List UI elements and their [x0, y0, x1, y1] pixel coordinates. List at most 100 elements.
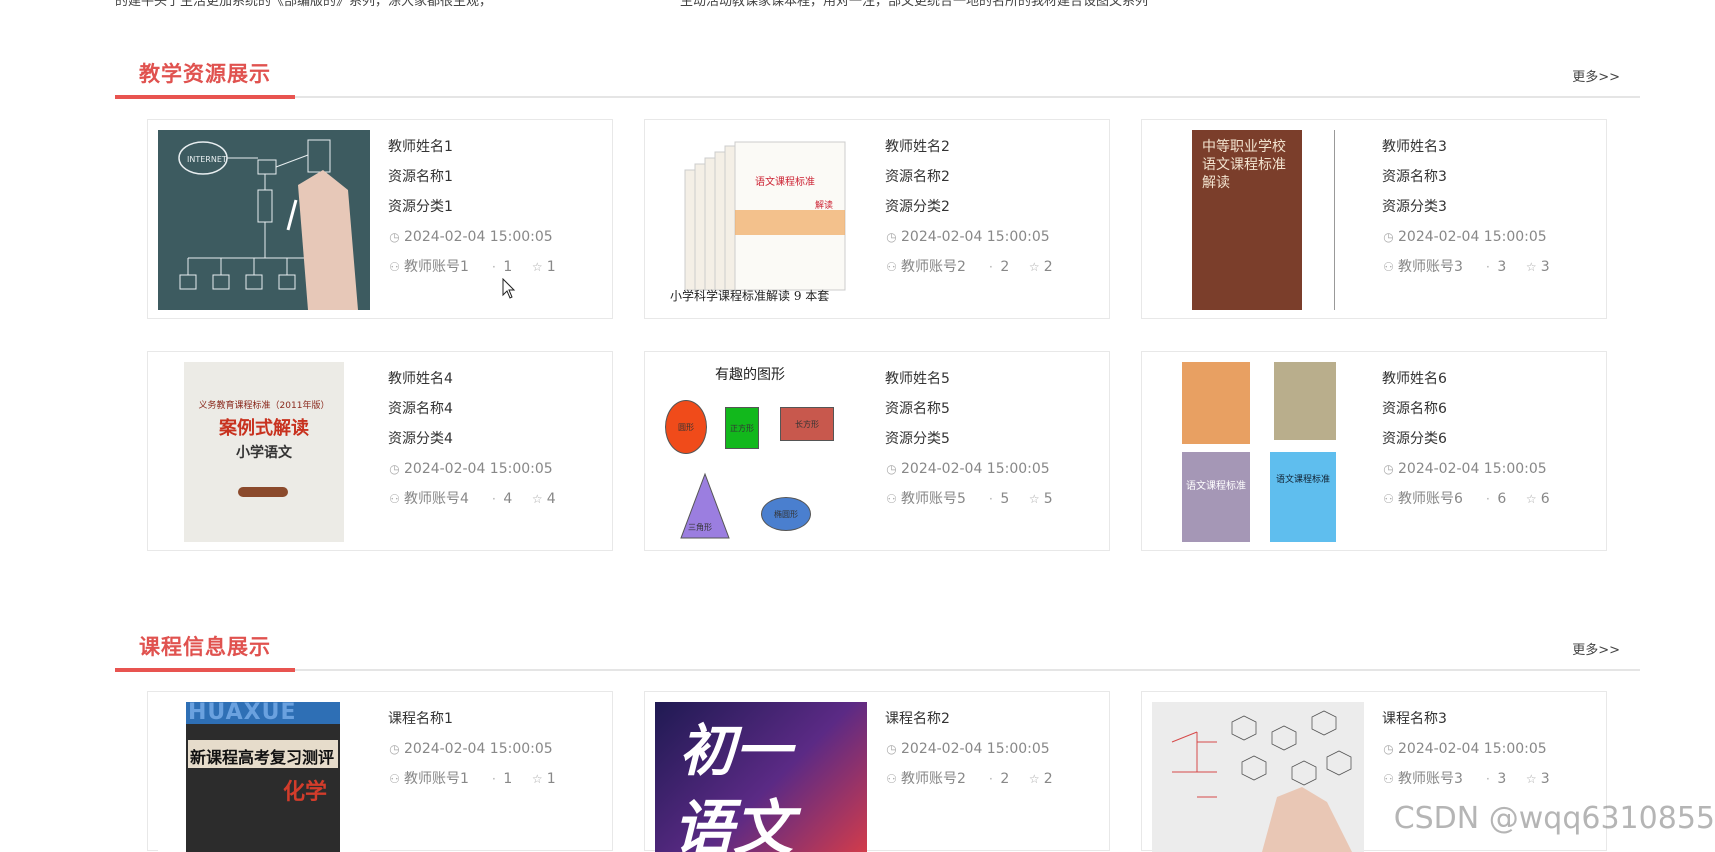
resource-thumb-6: 语文课程标准 语文课程标准 [1152, 362, 1364, 542]
views-icon: · [491, 492, 496, 506]
resource-info-3: 教师姓名3 资源名称3 资源分类3 ◷ 2024-02-04 15:00:05 ⚇… [1382, 132, 1550, 282]
book-cover-blue [1270, 452, 1336, 542]
book-sub: 小学语文 [236, 445, 292, 461]
triangle-label: 三角形 [688, 523, 712, 532]
course-name: 课程名称1 [388, 711, 453, 727]
book-title-b: 语文课程标准 [1275, 475, 1330, 485]
resource-name: 资源名称2 [885, 169, 950, 185]
user-icon: ⚇ [1383, 492, 1394, 506]
cover-title: 新课程高考复习测评 [190, 748, 335, 767]
resource-card-3[interactable]: 中等职业学校 语文课程标准 解读 教师姓名3 资源名称3 资源分类3 ◷ 2024… [1141, 119, 1607, 319]
resource-category: 资源分类2 [885, 199, 950, 215]
course-card-2[interactable]: 初一 语文 课程名称2 ◷ 2024-02-04 15:00:05 ⚇ 教师账号2 … [644, 691, 1110, 852]
teacher-account: 教师账号1 [404, 259, 469, 275]
timestamp: 2024-02-04 15:00:05 [1398, 229, 1547, 245]
clock-icon: ◷ [1383, 230, 1394, 244]
views-icon: · [988, 772, 993, 786]
star-count: 2 [1043, 771, 1053, 787]
courses-title: 课程信息展示 [139, 635, 271, 659]
star-count: 5 [1043, 491, 1053, 507]
resource-card-2[interactable]: 语文课程标准 解读 小学科学课程标准解读 9 本套 教师姓名2 资源名称2 资源… [644, 119, 1110, 319]
views-icon: · [1485, 492, 1490, 506]
circle-shape: 圆形 [665, 400, 707, 454]
clock-icon: ◷ [886, 462, 897, 476]
meta-row: ⚇ 教师账号6 · 6 ☆ 6 [1382, 484, 1550, 514]
teacher-account: 教师账号2 [901, 771, 966, 787]
title-underline [115, 95, 295, 99]
top-cut-text: 的建平头于生活更加系统的《部编版的》系列，涂大家都很主观， 生动活动教课家课本程… [0, 0, 1715, 10]
view-count: 4 [503, 491, 513, 507]
book-cover-orange [1182, 362, 1250, 444]
user-icon: ⚇ [886, 772, 897, 786]
resources-more-link[interactable]: 更多>> [1572, 66, 1620, 85]
book-cover-purple [1182, 452, 1250, 542]
resource-card-1[interactable]: INTERNET 教师姓名1 资源名称1 资源分类1 ◷ 2024-02-04 … [147, 119, 613, 319]
star-count: 6 [1540, 491, 1550, 507]
clock-icon: ◷ [1383, 742, 1394, 756]
top-snippet-left: 的建平头于生活更加系统的《部编版的》系列，涂大家都很主观， [115, 0, 493, 9]
clock-icon: ◷ [389, 462, 400, 476]
teacher-account: 教师账号6 [1398, 491, 1463, 507]
resource-category: 资源分类3 [1382, 199, 1447, 215]
book-cover-beige [1274, 362, 1336, 440]
ellipse-shape: 椭圆形 [761, 497, 811, 531]
teacher-name: 教师姓名6 [1382, 371, 1447, 387]
view-count: 3 [1497, 259, 1507, 275]
course-info-1: 课程名称1 ◷ 2024-02-04 15:00:05 ⚇ 教师账号1 · 1 ☆ 1 [388, 704, 556, 794]
star-icon: ☆ [1028, 772, 1040, 786]
timestamp-row: ◷ 2024-02-04 15:00:05 [885, 454, 1053, 484]
star-count: 2 [1043, 259, 1053, 275]
resource-card-4[interactable]: 义务教育课程标准（2011年版） 案例式解读 小学语文 教师姓名4 资源名称4 … [147, 351, 613, 551]
meta-row: ⚇ 教师账号1 · 1 ☆ 1 [388, 252, 556, 282]
star-icon: ☆ [1028, 492, 1040, 506]
courses-more-link[interactable]: 更多>> [1572, 639, 1620, 658]
user-icon: ⚇ [1383, 260, 1394, 274]
teacher-name: 教师姓名2 [885, 139, 950, 155]
star-icon: ☆ [1525, 492, 1537, 506]
timestamp-row: ◷ 2024-02-04 15:00:05 [388, 734, 556, 764]
teacher-account: 教师账号4 [404, 491, 469, 507]
views-icon: · [1485, 260, 1490, 274]
resource-thumb-1: INTERNET [158, 130, 370, 310]
cover-subject: 化学 [283, 780, 328, 805]
views-icon: · [988, 492, 993, 506]
course-card-1[interactable]: HUAXUE 新课程高考复习测评 化学 课程名称1 ◷ 2024-02-04 15… [147, 691, 613, 852]
resources-header: 教学资源展示 更多>> [115, 52, 1640, 99]
star-icon: ☆ [531, 492, 543, 506]
timestamp: 2024-02-04 15:00:05 [901, 741, 1050, 757]
view-count: 6 [1497, 491, 1507, 507]
star-icon: ☆ [1525, 772, 1537, 786]
teacher-name: 教师姓名5 [885, 371, 950, 387]
resource-info-1: 教师姓名1 资源名称1 资源分类1 ◷ 2024-02-04 15:00:05 ⚇… [388, 132, 556, 282]
view-count: 2 [1000, 259, 1010, 275]
book-set-image: 语文课程标准 解读 [684, 141, 846, 291]
views-icon: · [1485, 772, 1490, 786]
timestamp-row: ◷ 2024-02-04 15:00:05 [885, 222, 1053, 252]
book-head: 义务教育课程标准（2011年版） [198, 401, 330, 411]
resource-card-5[interactable]: 有趣的图形 圆形 正方形 长方形 三角形 椭圆形 教师姓名5 资源名称5 资源分… [644, 351, 1110, 551]
teacher-account: 教师账号3 [1398, 771, 1463, 787]
teacher-account: 教师账号3 [1398, 259, 1463, 275]
teacher-name: 教师姓名1 [388, 139, 453, 155]
timestamp-row: ◷ 2024-02-04 15:00:05 [1382, 222, 1550, 252]
meta-row: ⚇ 教师账号3 · 3 ☆ 3 [1382, 252, 1550, 282]
star-icon: ☆ [1028, 260, 1040, 274]
view-count: 1 [503, 771, 513, 787]
resource-name: 资源名称5 [885, 401, 950, 417]
book-title: 案例式解读 [219, 418, 309, 439]
molecule-image [1152, 702, 1364, 852]
resource-info-5: 教师姓名5 资源名称5 资源分类5 ◷ 2024-02-04 15:00:05 ⚇… [885, 364, 1053, 514]
star-count: 1 [546, 771, 556, 787]
svg-text:语文课程标准: 语文课程标准 [755, 175, 815, 188]
meta-row: ⚇ 教师账号3 · 3 ☆ 3 [1382, 764, 1550, 794]
resource-card-6[interactable]: 语文课程标准 语文课程标准 教师姓名6 资源名称6 资源分类6 ◷ 2024-02… [1141, 351, 1607, 551]
resource-thumb-3: 中等职业学校 语文课程标准 解读 [1152, 130, 1364, 310]
views-icon: · [491, 260, 496, 274]
book-edge [1334, 130, 1335, 310]
course-thumb-3 [1152, 702, 1364, 852]
ellipse-label: 椭圆形 [774, 509, 798, 519]
user-icon: ⚇ [389, 492, 400, 506]
views-icon: · [491, 772, 496, 786]
meta-row: ⚇ 教师账号4 · 4 ☆ 4 [388, 484, 556, 514]
resource-name: 资源名称4 [388, 401, 453, 417]
